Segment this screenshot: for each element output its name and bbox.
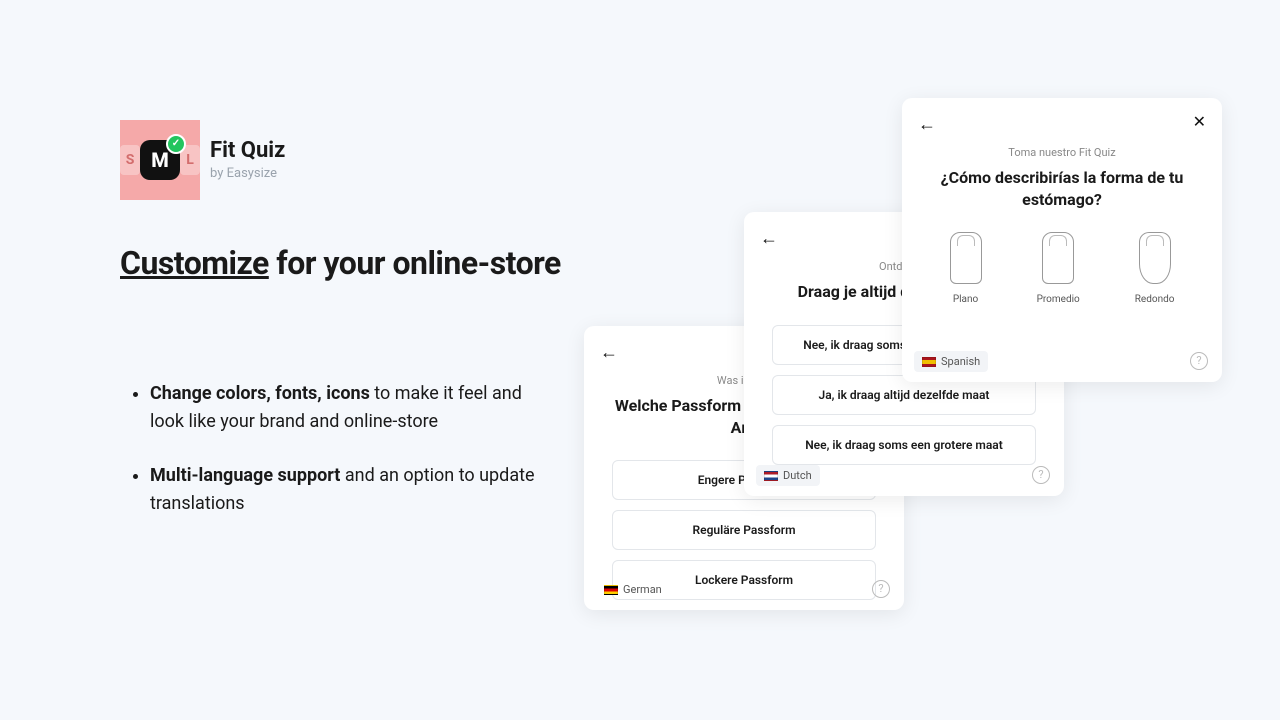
feature-item: Multi-language support and an option to … (150, 462, 560, 518)
quiz-shape-option[interactable]: Plano (950, 232, 982, 305)
page-title-rest: for your online-store (269, 244, 561, 282)
torso-icon (1042, 232, 1074, 284)
help-icon[interactable]: ? (872, 580, 890, 598)
page-title-underline: Customize (120, 244, 269, 282)
language-label: Dutch (783, 469, 812, 482)
flag-icon (604, 585, 618, 595)
flag-icon (764, 471, 778, 481)
page-title: Customize for your online-store (120, 244, 561, 282)
language-badge[interactable]: Spanish (914, 351, 988, 372)
app-name: Fit Quiz (210, 138, 285, 163)
quiz-option[interactable]: Reguläre Passform (612, 510, 876, 550)
help-icon[interactable]: ? (1190, 352, 1208, 370)
feature-item-strong: Multi-language support (150, 465, 340, 486)
quiz-question: ¿Cómo describirías la forma de tu estóma… (932, 167, 1192, 210)
feature-item: Change colors, fonts, icons to make it f… (150, 380, 560, 436)
torso-icon (1139, 232, 1171, 284)
quiz-shape-options: Plano Promedio Redondo (922, 232, 1202, 305)
back-icon[interactable]: ← (600, 342, 618, 363)
quiz-kicker: Toma nuestro Fit Quiz (902, 146, 1222, 159)
flag-icon (922, 357, 936, 367)
language-label: Spanish (941, 355, 980, 368)
help-icon[interactable]: ? (1032, 466, 1050, 484)
logo-chip-s: S (120, 145, 140, 175)
shape-label: Promedio (1037, 294, 1080, 305)
quiz-option[interactable]: Nee, ik draag soms een grotere maat (772, 425, 1036, 465)
close-icon[interactable]: ✕ (1193, 112, 1206, 131)
checkmark-icon: ✓ (166, 134, 186, 154)
quiz-card-spanish: ← ✕ Toma nuestro Fit Quiz ¿Cómo describi… (902, 98, 1222, 382)
feature-item-strong: Change colors, fonts, icons (150, 383, 370, 404)
torso-icon (950, 232, 982, 284)
shape-label: Plano (953, 294, 978, 305)
back-icon[interactable]: ← (918, 114, 936, 135)
language-badge[interactable]: German (596, 579, 670, 600)
app-vendor: by Easysize (210, 166, 277, 181)
logo-chip-m: M ✓ (140, 140, 180, 180)
quiz-shape-option[interactable]: Promedio (1037, 232, 1080, 305)
logo-chip-m-label: M (151, 148, 169, 172)
back-icon[interactable]: ← (760, 228, 778, 249)
language-label: German (623, 583, 662, 596)
feature-list: Change colors, fonts, icons to make it f… (130, 380, 560, 544)
shape-label: Redondo (1135, 294, 1175, 305)
app-logo: S M ✓ L (120, 120, 200, 200)
language-badge[interactable]: Dutch (756, 465, 820, 486)
quiz-shape-option[interactable]: Redondo (1135, 232, 1175, 305)
